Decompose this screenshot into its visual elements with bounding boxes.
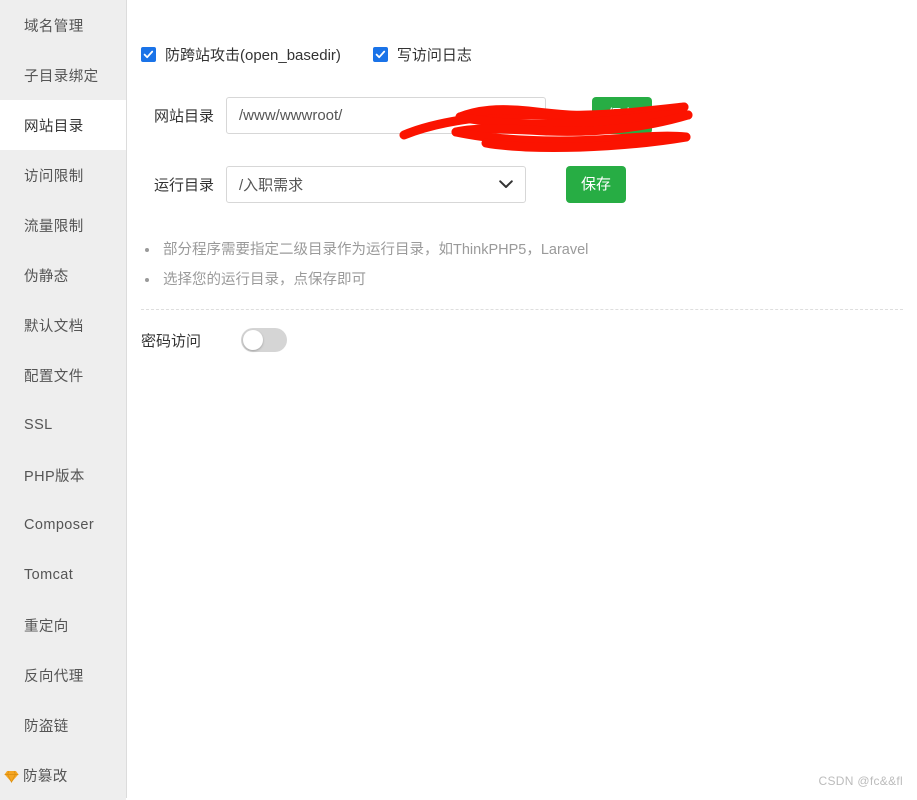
sidebar-item-label: 子目录绑定 <box>24 68 99 85</box>
gem-icon <box>4 770 19 783</box>
sidebar-item-label: SSL <box>24 417 53 433</box>
folder-icon[interactable] <box>546 106 568 126</box>
site-directory-row: 网站目录 保存 <box>127 97 917 134</box>
sidebar-item-label: 默认文档 <box>24 318 84 335</box>
sidebar-item-11[interactable]: Composer <box>0 500 126 550</box>
run-directory-label: 运行目录 <box>153 177 214 194</box>
main-content: 防跨站攻击(open_basedir) 写访问日志 网站目录 /www/wwwr… <box>127 0 917 798</box>
sidebar-item-label: 配置文件 <box>24 368 84 385</box>
sidebar-item-5[interactable]: 流量限制 <box>0 200 126 250</box>
sidebar-item-label: 流量限制 <box>24 218 84 235</box>
options-row: 防跨站攻击(open_basedir) 写访问日志 <box>127 0 917 65</box>
sidebar-item-label: Tomcat <box>24 567 74 583</box>
sidebar-item-label: 防篡改 <box>23 768 68 785</box>
sidebar-item-12[interactable]: Tomcat <box>0 550 126 600</box>
hint-item: 选择您的运行目录，点保存即可 <box>145 265 917 295</box>
sidebar-item-15[interactable]: 防盗链 <box>0 700 126 750</box>
checkbox-cross-site-attack[interactable]: 防跨站攻击(open_basedir) <box>141 44 341 65</box>
sidebar-item-label: 反向代理 <box>24 668 84 685</box>
run-directory-row: 运行目录 /入职需求 保存 <box>127 166 917 203</box>
sidebar-item-3[interactable]: 网站目录 <box>0 100 126 150</box>
site-directory-input-wrap <box>226 97 567 134</box>
password-access-row: 密码访问 <box>127 328 917 352</box>
run-directory-select[interactable]: /入职需求 <box>226 166 526 203</box>
sidebar-item-label: PHP版本 <box>24 468 85 485</box>
sidebar-item-16[interactable]: 防篡改 <box>0 750 126 800</box>
password-access-label: 密码访问 <box>141 332 202 350</box>
sidebar-item-label: 网站目录 <box>24 118 84 135</box>
sidebar-item-2[interactable]: 子目录绑定 <box>0 50 126 100</box>
hint-item: 部分程序需要指定二级目录作为运行目录，如ThinkPHP5，Laravel <box>145 235 917 265</box>
sidebar-item-label: Composer <box>24 517 95 533</box>
watermark: CSDN @fc&&fl <box>818 774 903 788</box>
sidebar-item-label: 防盗链 <box>24 718 69 735</box>
sidebar: 域名管理子目录绑定网站目录访问限制流量限制伪静态默认文档配置文件 SSL PHP版本… <box>0 0 127 800</box>
toggle-knob <box>243 330 264 350</box>
sidebar-item-6[interactable]: 伪静态 <box>0 250 126 300</box>
sidebar-item-label: 域名管理 <box>24 18 84 35</box>
sidebar-item-14[interactable]: 反向代理 <box>0 650 126 700</box>
checkbox-cross-site-attack-label: 防跨站攻击(open_basedir) <box>165 47 341 64</box>
sidebar-item-9[interactable]: SSL <box>0 400 126 450</box>
sidebar-item-10[interactable]: PHP版本 <box>0 450 126 500</box>
checkbox-checked-icon <box>141 47 156 62</box>
sidebar-item-8[interactable]: 配置文件 <box>0 350 126 400</box>
sidebar-item-13[interactable]: 重定向 <box>0 600 126 650</box>
site-directory-input[interactable] <box>227 98 545 133</box>
site-directory-label: 网站目录 <box>153 108 214 125</box>
sidebar-item-label: 访问限制 <box>24 168 84 185</box>
save-run-directory-button[interactable]: 保存 <box>566 166 627 203</box>
password-access-toggle[interactable] <box>241 328 288 352</box>
sidebar-item-7[interactable]: 默认文档 <box>0 300 126 350</box>
chevron-down-icon <box>499 180 513 189</box>
page-root: 域名管理子目录绑定网站目录访问限制流量限制伪静态默认文档配置文件 SSL PHP版本… <box>0 0 917 800</box>
save-site-directory-button[interactable]: 保存 <box>592 97 653 134</box>
checkbox-checked-icon <box>372 47 388 62</box>
hints-list: 部分程序需要指定二级目录作为运行目录，如ThinkPHP5，Laravel 选择您… <box>127 235 917 295</box>
section-divider <box>141 309 903 310</box>
sidebar-item-1[interactable]: 域名管理 <box>0 0 126 50</box>
sidebar-item-label: 重定向 <box>24 618 69 635</box>
sidebar-item-4[interactable]: 访问限制 <box>0 150 126 200</box>
checkbox-access-log-label: 写访问日志 <box>396 47 472 64</box>
checkbox-access-log[interactable]: 写访问日志 <box>372 44 472 65</box>
run-directory-selected-value: /入职需求 <box>239 177 304 194</box>
sidebar-item-label: 伪静态 <box>24 268 69 285</box>
